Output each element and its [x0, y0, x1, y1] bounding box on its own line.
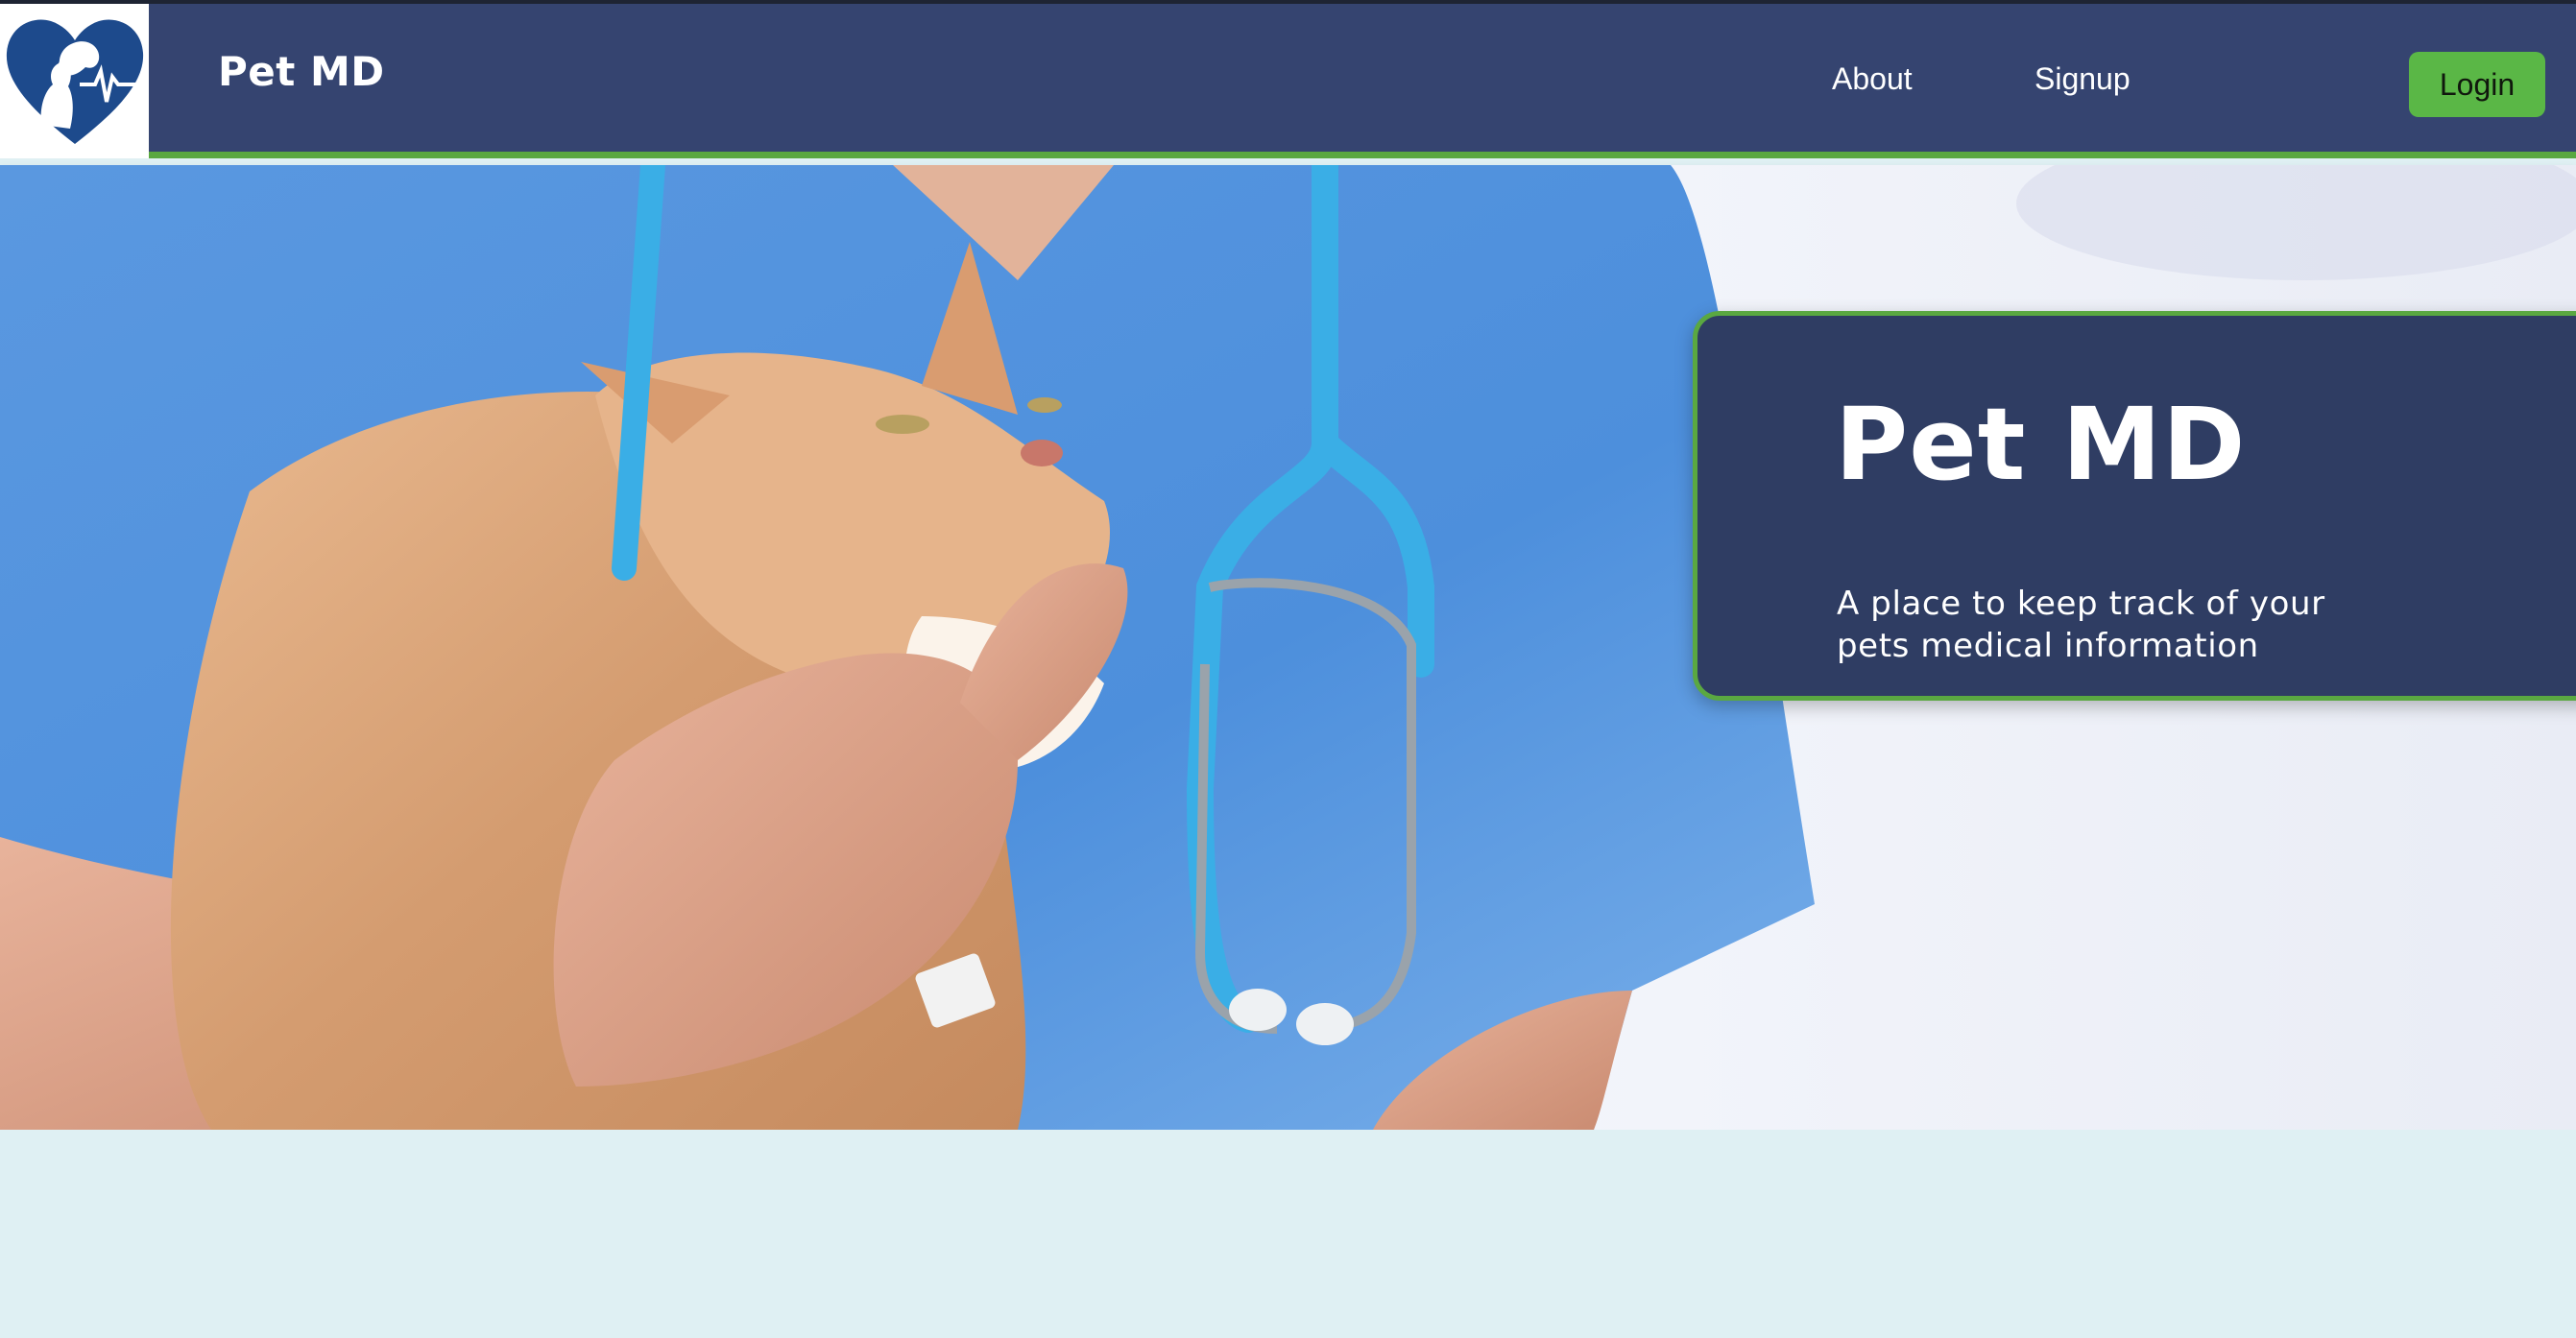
- nav-about-link[interactable]: About: [1832, 61, 1913, 97]
- hero-banner: Pet MD A place to keep track of your pet…: [0, 165, 2576, 1130]
- page-body: [0, 1130, 2576, 1338]
- login-button[interactable]: Login: [2409, 52, 2545, 117]
- nav-signup-link[interactable]: Signup: [2034, 61, 2131, 97]
- hero-title: Pet MD: [1835, 386, 2247, 503]
- heart-pet-logo-icon: [6, 18, 143, 144]
- logo[interactable]: [0, 4, 149, 158]
- hero-card: Pet MD A place to keep track of your pet…: [1693, 311, 2576, 701]
- brand-title[interactable]: Pet MD: [218, 48, 385, 95]
- top-navbar: Pet MD About Signup Login: [0, 4, 2576, 158]
- hero-subtitle: A place to keep track of your pets medic…: [1837, 585, 2325, 665]
